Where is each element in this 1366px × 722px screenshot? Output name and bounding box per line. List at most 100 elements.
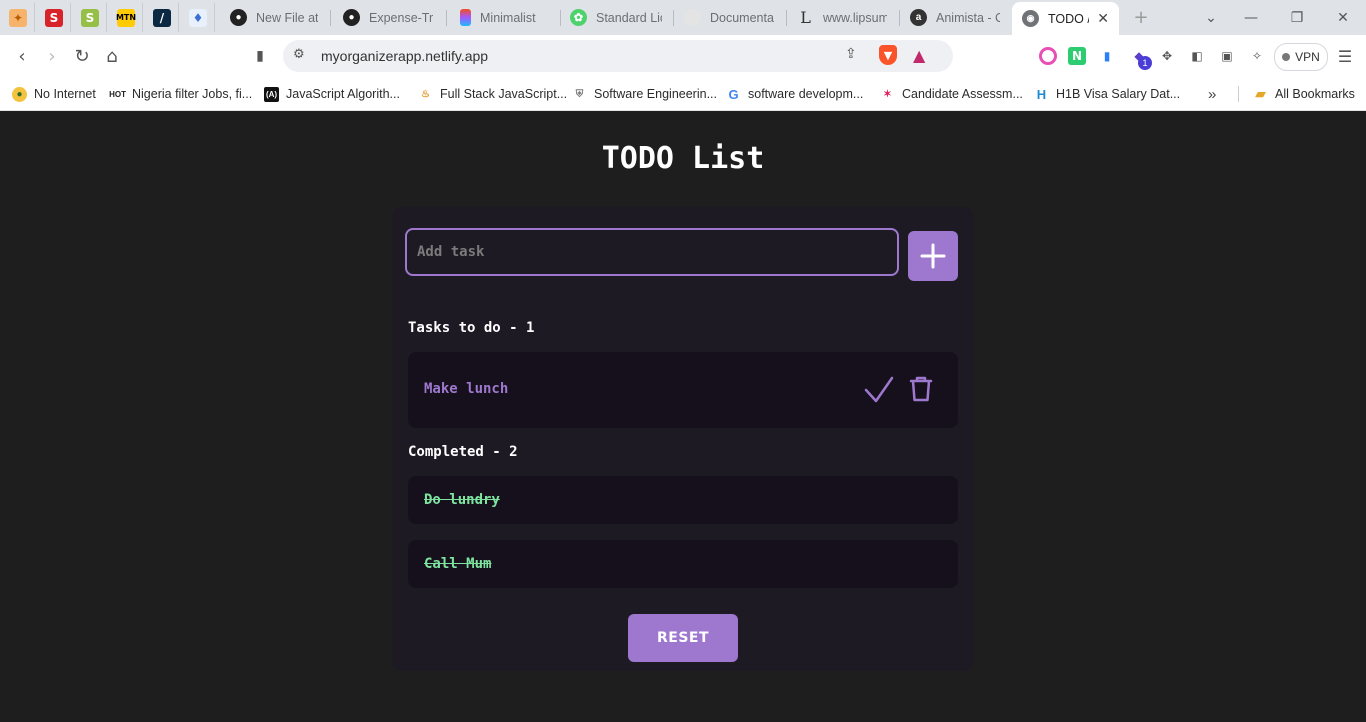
pinned-tab-metamask[interactable]: ✦ — [2, 3, 35, 32]
reset-button[interactable]: RESET — [628, 614, 738, 662]
color-extension-icon[interactable] — [1039, 47, 1057, 65]
tab-label: Standard Lic — [596, 10, 662, 25]
puzzle-icon[interactable]: ✥ — [1158, 47, 1176, 65]
brave-shield-icon[interactable]: ▼ — [879, 45, 897, 65]
tab-separator — [446, 10, 447, 26]
drop-icon: ♦ — [189, 8, 207, 27]
pinned-tab-scribd[interactable]: S — [38, 3, 71, 32]
browser-toolbar: ‹ › ↻ ⌂ ▮ ⚙ myorganizerapp.netlify.app ⇪… — [0, 35, 1366, 77]
tab-bar: ✦ S S MTN / ♦ ● New File at ● Expense-Tr… — [0, 0, 1366, 35]
tab-todo-active[interactable]: ◉ TODO / ✕ — [1012, 2, 1119, 35]
tab-separator — [330, 10, 331, 26]
bookmark-item[interactable]: (A) JavaScript Algorith... — [264, 83, 400, 105]
tab-documentation[interactable]: Documenta — [684, 3, 774, 32]
bookmark-item[interactable]: ● No Internet — [12, 83, 96, 105]
tab-extension-icon[interactable]: ▮ — [1098, 47, 1116, 65]
site-settings-icon[interactable]: ⚙ — [293, 47, 305, 62]
minimize-button[interactable]: — — [1228, 0, 1274, 35]
all-bookmarks-label: All Bookmarks — [1275, 87, 1355, 101]
fox-icon: ✦ — [9, 8, 27, 27]
reload-button[interactable]: ↻ — [68, 42, 96, 70]
tab-label: Minimalist — [480, 10, 536, 25]
pinned-tab-drop[interactable]: ♦ — [182, 3, 215, 32]
pinned-tab-shopify[interactable]: S — [74, 3, 107, 32]
tab-github-newfile[interactable]: ● New File at — [230, 3, 318, 32]
page-title: TODO List — [601, 141, 765, 176]
tab-lipsum[interactable]: L www.lipsum — [797, 3, 887, 32]
completed-item-text: Do lundry — [424, 492, 500, 508]
s-logo-icon: S — [45, 8, 63, 27]
home-icon[interactable]: ⌂ — [98, 42, 126, 70]
clover-icon: ✿ — [570, 9, 587, 26]
wallet-icon[interactable]: ▣ — [1218, 47, 1236, 65]
leo-ai-icon[interactable]: ✧ — [1248, 47, 1266, 65]
tab-animista[interactable]: a Animista - C — [910, 3, 1000, 32]
bookmark-label: JavaScript Algorith... — [286, 87, 400, 101]
more-bookmarks-chevron-icon[interactable]: » — [1208, 83, 1216, 105]
bookmark-item[interactable]: ⛨ Software Engineerin... — [572, 83, 717, 105]
bookmark-icon[interactable]: ▮ — [246, 42, 274, 70]
add-task-button[interactable] — [908, 231, 958, 281]
slash-logo-icon: / — [153, 8, 171, 27]
pinned-tab-app[interactable]: / — [146, 3, 179, 32]
shield-logo-icon: ● — [12, 86, 27, 102]
bookmark-label: Full Stack JavaScript... — [440, 87, 568, 101]
todo-card: Tasks to do - 1 Make lunch Completed - 2… — [392, 207, 974, 671]
bookmark-item[interactable]: ✶ Candidate Assessm... — [880, 83, 1023, 105]
pinned-tab-mtn[interactable]: MTN — [110, 3, 143, 32]
todo-app: TODO List Tasks to do - 1 Make lunch Com… — [0, 111, 1366, 722]
url-text: myorganizerapp.netlify.app — [321, 48, 489, 64]
tab-label: Expense-Tra — [369, 10, 433, 25]
tab-separator — [560, 10, 561, 26]
new-tab-button[interactable]: + — [1118, 0, 1164, 35]
check-icon[interactable] — [864, 376, 894, 404]
bookmark-item[interactable]: H H1B Visa Salary Dat... — [1034, 83, 1180, 105]
lipsum-icon: L — [800, 8, 811, 27]
github-icon: ● — [230, 9, 247, 26]
tab-standard-license[interactable]: ✿ Standard Lic — [570, 3, 662, 32]
bookmark-item[interactable]: ♨ Full Stack JavaScript... — [418, 83, 567, 105]
todo-item: Make lunch — [408, 352, 958, 428]
folder-icon: ▰ — [1255, 86, 1266, 101]
bookmark-label: Software Engineerin... — [594, 87, 717, 101]
globe-icon: ◉ — [1022, 10, 1039, 27]
todo-item-text: Make lunch — [424, 381, 509, 397]
completed-item-text: Call Mum — [424, 556, 492, 572]
trash-icon[interactable] — [909, 376, 933, 402]
tab-label: Animista - C — [936, 10, 1000, 25]
menu-icon[interactable]: ☰ — [1331, 42, 1359, 70]
n-extension-icon[interactable]: N — [1068, 47, 1086, 65]
brave-rewards-icon[interactable]: ▲ — [913, 46, 925, 65]
github-icon: ● — [343, 9, 360, 26]
todo-section-header: Tasks to do - 1 — [408, 320, 535, 336]
tab-separator — [899, 10, 900, 26]
restore-button[interactable]: ❐ — [1274, 0, 1320, 35]
add-task-input[interactable] — [405, 228, 899, 276]
bookmark-item[interactable]: HOT Nigeria filter Jobs, fi... — [109, 83, 253, 105]
bookmark-label: Nigeria filter Jobs, fi... — [132, 87, 253, 101]
tab-figma[interactable]: Minimalist — [457, 3, 547, 32]
close-tab-icon[interactable]: ✕ — [1097, 10, 1109, 27]
notification-badge: 1 — [1138, 56, 1152, 70]
share-icon[interactable]: ⇪ — [845, 46, 857, 62]
address-bar[interactable]: ⚙ myorganizerapp.netlify.app ⇪ ▼ ▲ — [283, 40, 953, 72]
sidebar-icon[interactable]: ◧ — [1188, 47, 1206, 65]
hot-logo-icon: HOT — [109, 89, 126, 99]
all-bookmarks-button[interactable]: ▰ All Bookmarks — [1253, 83, 1355, 105]
bookmark-label: software developm... — [748, 87, 864, 101]
vpn-status-dot — [1282, 53, 1291, 61]
tab-separator — [673, 10, 674, 26]
vpn-button[interactable]: VPN — [1274, 43, 1328, 71]
mtn-icon: MTN — [116, 8, 136, 27]
back-button[interactable]: ‹ — [8, 42, 36, 70]
close-window-button[interactable]: ✕ — [1320, 0, 1366, 35]
tab-label: Documenta — [710, 10, 774, 25]
crest-icon: ⛨ — [575, 88, 584, 100]
tab-label: TODO / — [1048, 11, 1090, 26]
completed-section-header: Completed - 2 — [408, 444, 518, 460]
bookmark-label: H1B Visa Salary Dat... — [1056, 87, 1181, 101]
plus-icon — [920, 243, 946, 269]
forward-button[interactable]: › — [38, 42, 66, 70]
tab-github-expense[interactable]: ● Expense-Tra — [343, 3, 433, 32]
bookmark-item[interactable]: Gsoftware developm... — [726, 83, 863, 105]
